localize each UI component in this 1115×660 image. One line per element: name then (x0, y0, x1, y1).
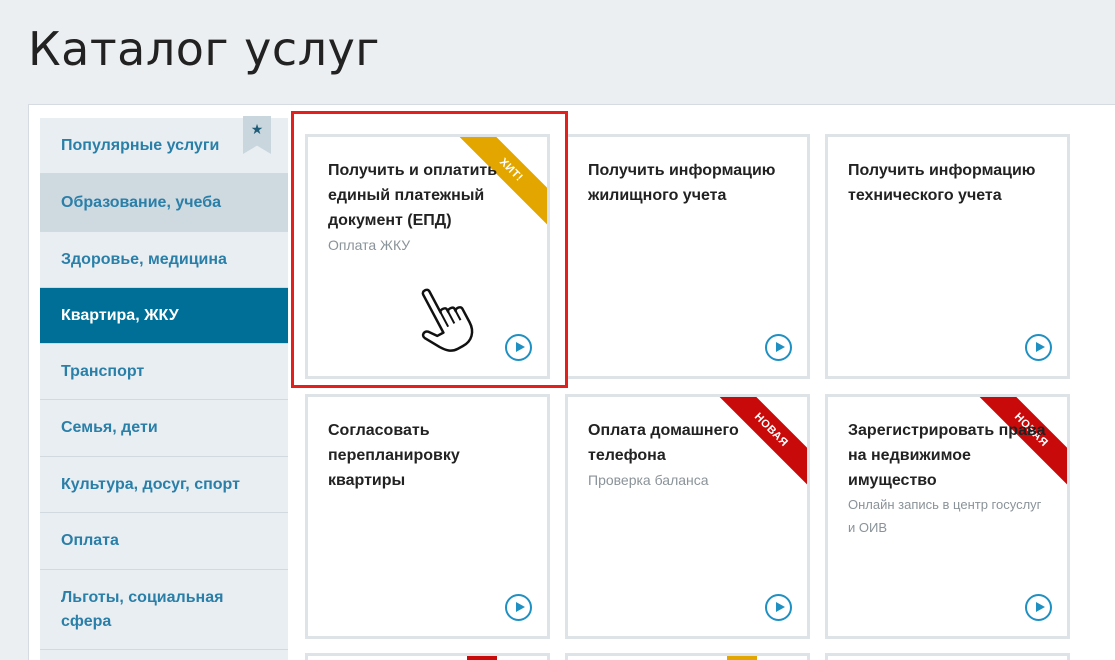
sidebar-item-label: Льготы, социальная сфера (61, 588, 224, 630)
service-card-technical-record[interactable]: Получить информацию технического учета (825, 134, 1070, 379)
service-card-peek[interactable] (565, 653, 810, 660)
service-card-property-rights[interactable]: НОВАЯ Зарегистрировать права на недвижим… (825, 394, 1070, 639)
sidebar-item-benefits[interactable]: Льготы, социальная сфера (40, 570, 288, 650)
card-title-text: Согласовать перепланировку квартиры (328, 422, 460, 489)
service-card-replanning[interactable]: Согласовать перепланировку квартиры (305, 394, 550, 639)
sidebar-item-label: Оплата (61, 532, 119, 549)
sidebar-item-health[interactable]: Здоровье, медицина (40, 232, 288, 288)
new-ribbon-peek (467, 656, 497, 660)
card-title: Согласовать перепланировку квартиры (328, 418, 528, 493)
sidebar-item-transport[interactable]: Транспорт (40, 344, 288, 400)
card-title: Получить информацию технического учета (848, 158, 1048, 208)
sidebar-item-label: Квартира, ЖКУ (61, 306, 179, 324)
card-title-text: Получить информацию технического учета (848, 162, 1036, 204)
card-title: Получить информацию жилищного учета (588, 158, 788, 208)
hit-ribbon-peek (727, 656, 757, 660)
service-card-peek[interactable] (305, 653, 550, 660)
sidebar-item-label: Транспорт (61, 362, 145, 380)
play-circle-icon[interactable] (505, 594, 532, 621)
sidebar-item-family[interactable]: Семья, дети (40, 400, 288, 457)
card-subtitle: Онлайн запись в центр госуслуг и ОИВ (848, 497, 1042, 535)
card-title: Зарегистрировать права на недвижимое иму… (848, 418, 1048, 539)
service-card-peek[interactable] (825, 653, 1070, 660)
hand-pointer-icon (421, 288, 474, 352)
card-title: Оплата домашнего телефона Проверка балан… (588, 418, 788, 492)
card-subtitle: Проверка баланса (588, 472, 709, 488)
play-circle-icon[interactable] (1025, 594, 1052, 621)
service-card-home-phone[interactable]: НОВАЯ Оплата домашнего телефона Проверка… (565, 394, 810, 639)
sidebar-item-label: Культура, досуг, спорт (61, 475, 240, 493)
card-title-text: Оплата домашнего телефона (588, 422, 739, 464)
category-sidebar: Популярные услуги Образование, учеба Здо… (40, 118, 288, 660)
sidebar-item-label: Популярные услуги (61, 136, 220, 154)
service-card-housing-record[interactable]: Получить информацию жилищного учета (565, 134, 810, 379)
card-title-text: Получить информацию жилищного учета (588, 162, 776, 204)
sidebar-item-housing[interactable]: Квартира, ЖКУ (40, 288, 288, 344)
sidebar-item-culture[interactable]: Культура, досуг, спорт (40, 457, 288, 513)
sidebar-item-label: Здоровье, медицина (61, 250, 227, 268)
sidebar-item-payment[interactable]: Оплата (40, 513, 288, 570)
card-title-text: Зарегистрировать права на недвижимое иму… (848, 422, 1046, 489)
play-circle-icon[interactable] (1025, 334, 1052, 361)
sidebar-item-label: Семья, дети (61, 419, 158, 436)
sidebar-item-label: Образование, учеба (61, 193, 221, 211)
page-title: Каталог услуг (28, 22, 380, 76)
play-circle-icon[interactable] (765, 594, 792, 621)
sidebar-item-education[interactable]: Образование, учеба (40, 174, 288, 232)
play-circle-icon[interactable] (765, 334, 792, 361)
